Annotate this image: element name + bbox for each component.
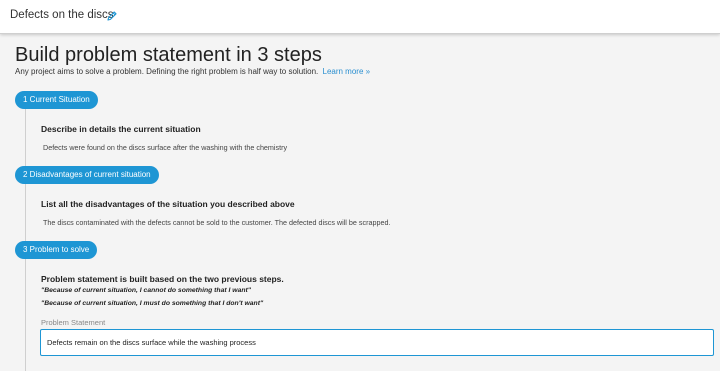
learn-more-link[interactable]: Learn more » [323, 67, 371, 76]
top-bar: Defects on the discs [0, 0, 720, 34]
page-subtitle: Any project aims to solve a problem. Def… [15, 67, 370, 76]
timeline-line [25, 259, 26, 371]
step-2-answer[interactable]: The discs contaminated with the defects … [43, 218, 390, 227]
step-1-question: Describe in details the current situatio… [41, 124, 201, 134]
subtitle-text: Any project aims to solve a problem. Def… [15, 67, 319, 76]
step-2-question: List all the disadvantages of the situat… [41, 199, 295, 209]
timeline-line [25, 109, 26, 167]
step-3-question: Problem statement is built based on the … [41, 274, 284, 284]
problem-statement-input[interactable] [40, 329, 714, 356]
pencil-icon[interactable] [106, 9, 118, 21]
page-title: Build problem statement in 3 steps [15, 44, 322, 66]
project-name: Defects on the discs [10, 9, 114, 21]
main-content: Build problem statement in 3 steps Any p… [0, 34, 720, 371]
problem-statement-label: Problem Statement [41, 318, 106, 327]
step-problem-to-solve[interactable]: 3 Problem to solve [15, 241, 98, 259]
step-1-answer[interactable]: Defects were found on the discs surface … [43, 143, 287, 152]
step-current-situation[interactable]: 1 Current Situation [15, 91, 98, 109]
step-disadvantages[interactable]: 2 Disadvantages of current situation [15, 166, 159, 184]
timeline-line [25, 184, 26, 242]
hint-must: "Because of current situation, I must do… [41, 300, 264, 307]
hint-cannot: "Because of current situation, I cannot … [41, 287, 251, 294]
